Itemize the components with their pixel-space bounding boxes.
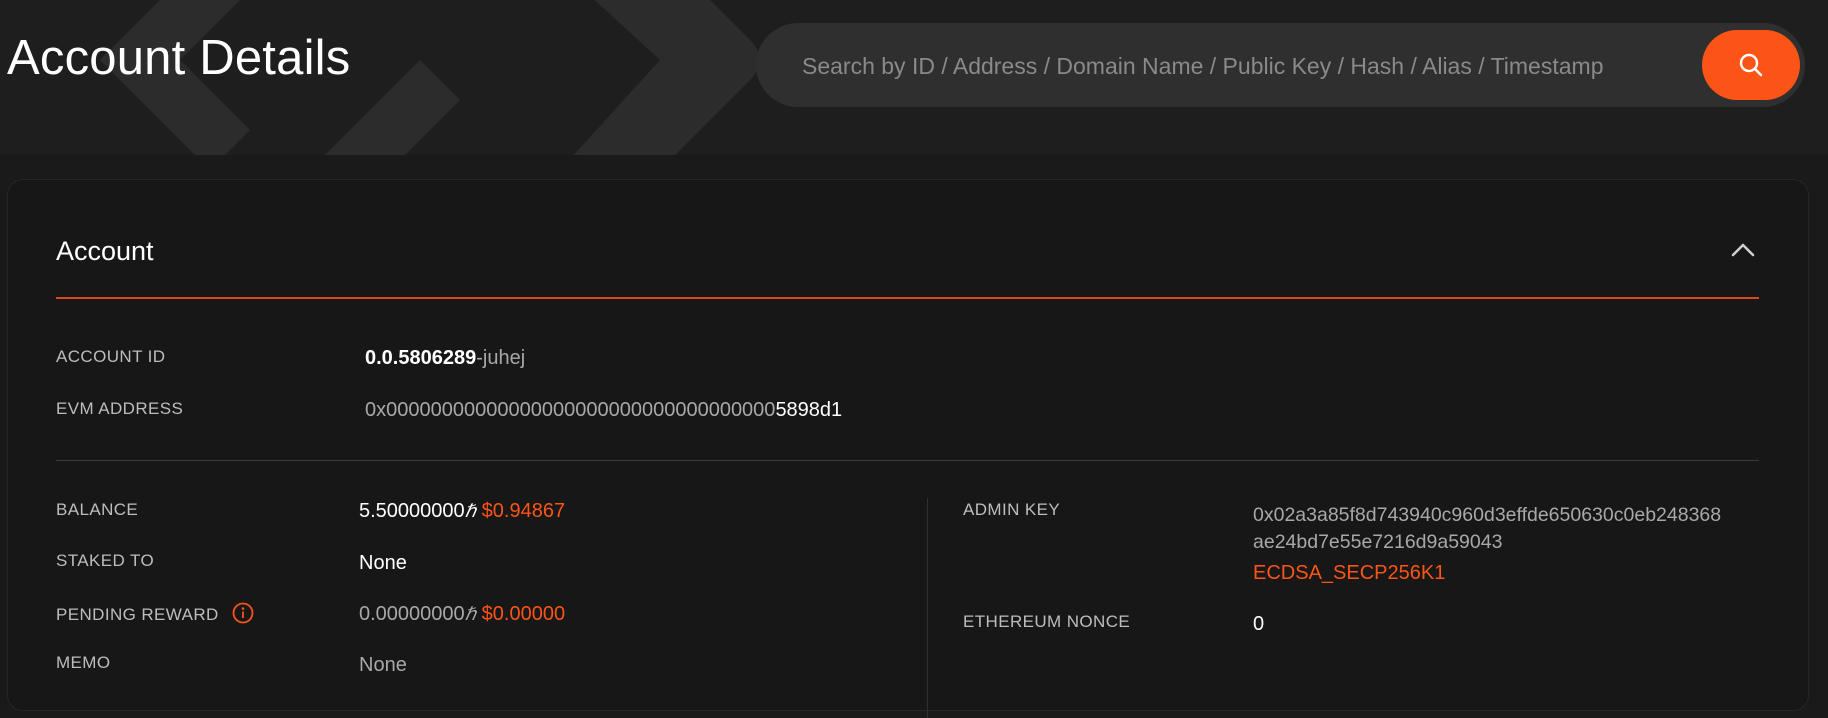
- admin-key-line1: 0x02a3a85f8d743940c960d3effde650630c0eb2…: [1253, 504, 1722, 526]
- balance-value: 5.50000000ℏ $0.94867: [359, 500, 565, 523]
- balance-hbar: 5.50000000: [359, 500, 465, 522]
- account-card: Account ACCOUNT ID 0.0.5806289-juhej EVM…: [7, 179, 1809, 718]
- memo-value: None: [359, 654, 407, 676]
- hbar-symbol: ℏ: [464, 604, 477, 624]
- evm-address-value[interactable]: 0x00000000000000000000000000000000000589…: [365, 399, 842, 422]
- pending-reward-value: 0.00000000ℏ $0.00000: [359, 603, 565, 626]
- balance-label: BALANCE: [56, 500, 139, 519]
- column-divider: [927, 498, 928, 718]
- staked-to-label: STAKED TO: [56, 551, 155, 570]
- pending-reward-label: PENDING REWARD: [56, 602, 254, 625]
- pending-reward-usd: $0.00000: [481, 603, 566, 625]
- chevron-up-icon[interactable]: [1728, 238, 1758, 262]
- info-icon[interactable]: [232, 602, 254, 624]
- title-divider: [56, 297, 1759, 299]
- evm-address-suffix: 5898d1: [775, 399, 843, 421]
- page-header: Account Details: [0, 0, 1828, 155]
- search-button[interactable]: [1702, 30, 1800, 100]
- pending-reward-hbar: 0.00000000: [359, 603, 465, 625]
- evm-address-label: EVM ADDRESS: [56, 399, 184, 418]
- section-divider: [56, 460, 1759, 461]
- staked-to-value: None: [359, 552, 407, 574]
- page-title: Account Details: [7, 31, 351, 85]
- account-id-main: 0.0.5806289: [365, 347, 477, 369]
- ethereum-nonce-value: 0: [1253, 613, 1265, 635]
- memo-label: MEMO: [56, 653, 111, 672]
- balance-usd: $0.94867: [481, 500, 566, 522]
- search-icon: [1739, 53, 1763, 77]
- ethereum-nonce-label: ETHEREUM NONCE: [963, 612, 1131, 631]
- pending-reward-label-text: PENDING REWARD: [56, 605, 219, 624]
- search-input[interactable]: [800, 23, 1704, 109]
- evm-address-prefix: 0x00000000000000000000000000000000000: [365, 399, 776, 421]
- account-id-value[interactable]: 0.0.5806289-juhej: [365, 347, 525, 370]
- account-id-label: ACCOUNT ID: [56, 347, 166, 366]
- hbar-symbol: ℏ: [464, 501, 477, 521]
- account-id-checksum: -juhej: [476, 347, 526, 369]
- card-title: Account: [56, 236, 154, 266]
- admin-key-type: ECDSA_SECP256K1: [1253, 562, 1446, 584]
- admin-key-label: ADMIN KEY: [963, 500, 1061, 519]
- admin-key-line2: ae24bd7e55e7216d9a59043: [1253, 531, 1503, 553]
- admin-key-value[interactable]: 0x02a3a85f8d743940c960d3effde650630c0eb2…: [1253, 502, 1721, 556]
- search-bar: [756, 23, 1805, 109]
